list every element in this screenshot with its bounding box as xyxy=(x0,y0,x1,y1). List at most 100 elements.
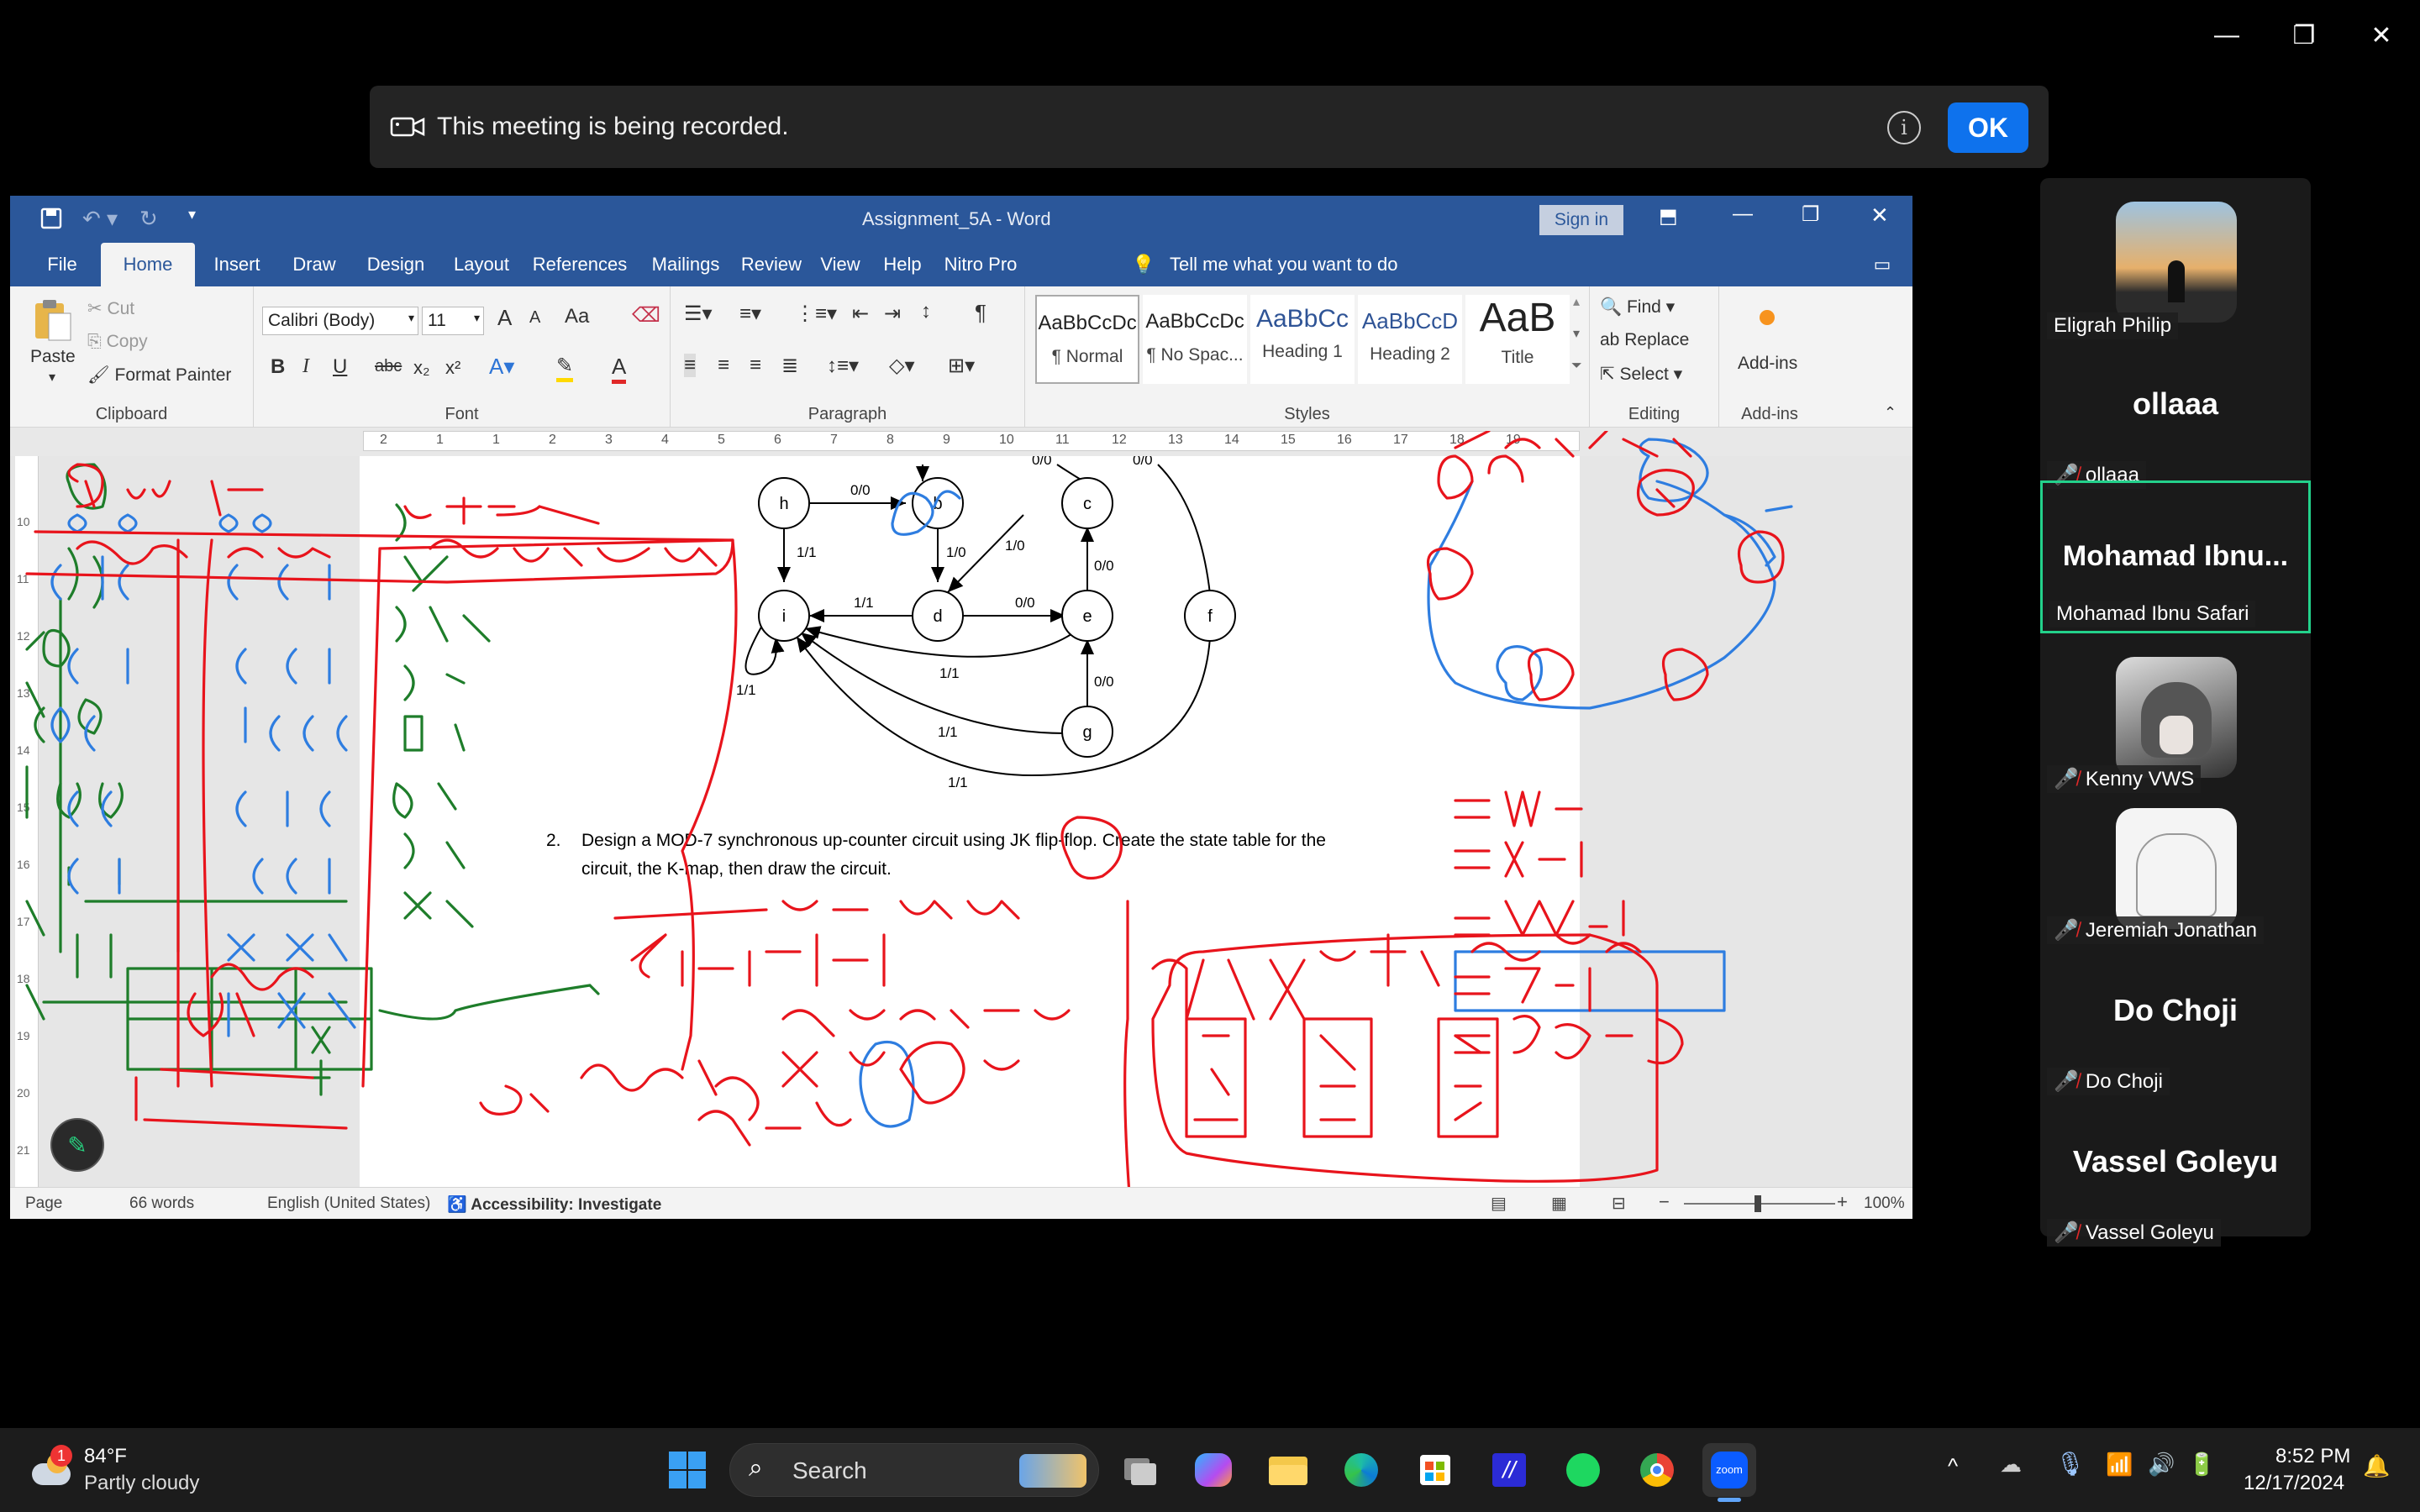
style-no-spacing[interactable]: AaBbCcDc ¶ No Spac... xyxy=(1143,295,1247,384)
tab-review[interactable]: Review xyxy=(739,243,803,286)
notifications-icon[interactable]: 🔔 xyxy=(2363,1453,2390,1479)
align-left-icon[interactable]: ≡ xyxy=(684,354,697,377)
start-icon[interactable] xyxy=(660,1443,714,1497)
chrome-icon[interactable] xyxy=(1630,1443,1684,1497)
font-size-select[interactable]: 11 ▾ xyxy=(422,307,484,335)
tab-mailings[interactable]: Mailings xyxy=(644,243,728,286)
vscode-icon[interactable]: // xyxy=(1482,1443,1536,1497)
style-heading-1[interactable]: AaBbCc Heading 1 xyxy=(1250,295,1355,384)
read-mode-icon[interactable]: ▤ xyxy=(1491,1193,1507,1214)
sign-in-button[interactable]: Sign in xyxy=(1539,205,1623,235)
web-layout-icon[interactable]: ⊟ xyxy=(1612,1193,1626,1214)
tab-layout[interactable]: Layout xyxy=(447,243,516,286)
participant-tile[interactable]: Do Choji 🎤̸ Do Choji xyxy=(2040,942,2311,1095)
comments-icon[interactable]: ▭ xyxy=(1865,243,1899,286)
onedrive-icon[interactable]: ☁ xyxy=(2000,1452,2022,1478)
close-button[interactable]: ✕ xyxy=(2356,15,2407,55)
volume-icon[interactable]: 🔊 xyxy=(2148,1452,2175,1478)
change-case-button[interactable]: Aa xyxy=(565,305,589,328)
borders-icon[interactable]: ⊞▾ xyxy=(948,354,975,378)
weather-widget[interactable]: 1 xyxy=(29,1445,76,1492)
word-close-button[interactable]: ✕ xyxy=(1870,202,1889,228)
tab-nitro-pro[interactable]: Nitro Pro xyxy=(938,243,1023,286)
superscript-button[interactable]: x² xyxy=(445,357,460,379)
style-heading-2[interactable]: AaBbCcD Heading 2 xyxy=(1358,295,1462,384)
tell-me-search[interactable]: Tell me what you want to do xyxy=(1170,243,1455,286)
language-indicator[interactable]: English (United States) xyxy=(267,1194,430,1213)
decrease-indent-icon[interactable]: ⇤ xyxy=(852,302,869,326)
paste-dropdown-icon[interactable]: ▾ xyxy=(49,369,55,386)
font-color-icon[interactable]: A xyxy=(612,354,627,384)
styles-scroll-up-icon[interactable]: ▴ xyxy=(1573,293,1580,310)
undo-icon[interactable]: ↶ ▾ xyxy=(82,206,118,232)
edge-icon[interactable] xyxy=(1334,1443,1388,1497)
styles-scroll-down-icon[interactable]: ▾ xyxy=(1573,325,1580,342)
clear-formatting-icon[interactable]: ⌫ xyxy=(632,303,660,328)
show-hidden-icons[interactable]: ^ xyxy=(1948,1453,1958,1479)
zoom-level[interactable]: 100% xyxy=(1864,1194,1905,1213)
word-count[interactable]: 66 words xyxy=(129,1194,194,1213)
tab-design[interactable]: Design xyxy=(358,243,434,286)
microphone-icon[interactable]: 🎙 xyxy=(2055,1450,2086,1478)
styles-more-icon[interactable]: ⏷ xyxy=(1571,359,1582,374)
justify-icon[interactable]: ≣ xyxy=(781,354,798,378)
minimize-button[interactable]: — xyxy=(2202,15,2252,55)
tab-view[interactable]: View xyxy=(815,243,865,286)
zoom-out-button[interactable]: − xyxy=(1659,1191,1670,1213)
line-spacing-icon[interactable]: ↕≡▾ xyxy=(827,354,859,378)
collapse-ribbon-icon[interactable]: ⌃ xyxy=(1884,404,1897,422)
find-button[interactable]: 🔍 Find ▾ xyxy=(1600,297,1675,318)
italic-button[interactable]: I xyxy=(302,355,309,378)
page-indicator[interactable]: Page xyxy=(25,1194,62,1213)
tab-draw[interactable]: Draw xyxy=(284,243,345,286)
increase-indent-icon[interactable]: ⇥ xyxy=(884,302,901,326)
tab-insert[interactable]: Insert xyxy=(202,243,272,286)
info-icon[interactable]: i xyxy=(1887,111,1921,144)
accessibility-indicator[interactable]: ♿ Accessibility: Investigate xyxy=(447,1194,661,1215)
redo-icon[interactable]: ↻ xyxy=(139,206,158,232)
style-title[interactable]: AaB Title xyxy=(1465,295,1570,384)
underline-button[interactable]: U xyxy=(333,355,347,379)
ribbon-display-icon[interactable]: ⬒ xyxy=(1659,204,1678,228)
participant-tile[interactable]: 🎤̸ Kenny VWS xyxy=(2040,640,2311,793)
quick-access-more-icon[interactable]: ▾ xyxy=(188,206,196,223)
weather-temp[interactable]: 84°F xyxy=(84,1445,127,1468)
word-minimize-button[interactable]: — xyxy=(1733,202,1753,226)
battery-icon[interactable]: 🔋 xyxy=(2188,1452,2215,1478)
word-restore-button[interactable]: ❐ xyxy=(1802,202,1820,227)
store-icon[interactable] xyxy=(1408,1443,1462,1497)
tab-help[interactable]: Help xyxy=(877,243,928,286)
shrink-font-button[interactable]: A xyxy=(529,308,540,328)
copilot-icon[interactable] xyxy=(1186,1443,1240,1497)
bullets-icon[interactable]: ☰▾ xyxy=(684,302,713,326)
clock-time[interactable]: 8:52 PM xyxy=(2275,1445,2350,1468)
bold-button[interactable]: B xyxy=(271,355,285,379)
weather-desc[interactable]: Partly cloudy xyxy=(84,1472,199,1495)
grow-font-button[interactable]: A xyxy=(497,305,512,331)
wifi-icon[interactable]: 📶 xyxy=(2106,1452,2133,1478)
paste-button[interactable]: Paste xyxy=(30,347,76,367)
highlight-icon[interactable]: ✎ xyxy=(556,354,574,382)
subscript-button[interactable]: x₂ xyxy=(413,357,430,379)
participant-tile[interactable]: 🎤̸ Jeremiah Jonathan xyxy=(2040,791,2311,944)
style-normal[interactable]: AaBbCcDc ¶ Normal xyxy=(1035,295,1139,384)
tab-file[interactable]: File xyxy=(35,243,89,286)
copy-button[interactable]: ⎘ Copy xyxy=(87,332,148,352)
format-painter-button[interactable]: 🖌 Format Painter xyxy=(87,365,231,386)
ok-button[interactable]: OK xyxy=(1948,102,2028,153)
multilevel-list-icon[interactable]: ⋮≡▾ xyxy=(795,302,837,326)
addins-button[interactable]: Add-ins xyxy=(1738,354,1797,374)
align-center-icon[interactable]: ≡ xyxy=(718,354,729,377)
show-formatting-button[interactable]: ¶ xyxy=(975,300,986,326)
save-icon[interactable] xyxy=(40,207,62,229)
participant-tile[interactable]: Vassel Goleyu 🎤̸ Vassel Goleyu xyxy=(2040,1094,2311,1247)
replace-button[interactable]: ab Replace xyxy=(1600,330,1689,350)
file-explorer-icon[interactable] xyxy=(1260,1443,1314,1497)
restore-button[interactable]: ❐ xyxy=(2279,15,2329,55)
numbering-icon[interactable]: ≡▾ xyxy=(739,302,761,326)
font-name-select[interactable]: Calibri (Body) ▾ xyxy=(262,307,418,335)
taskbar-search[interactable]: ⌕ Search xyxy=(729,1443,1099,1497)
tab-references[interactable]: References xyxy=(528,243,632,286)
text-effects-icon[interactable]: A▾ xyxy=(489,354,514,380)
tab-home[interactable]: Home xyxy=(101,243,195,286)
